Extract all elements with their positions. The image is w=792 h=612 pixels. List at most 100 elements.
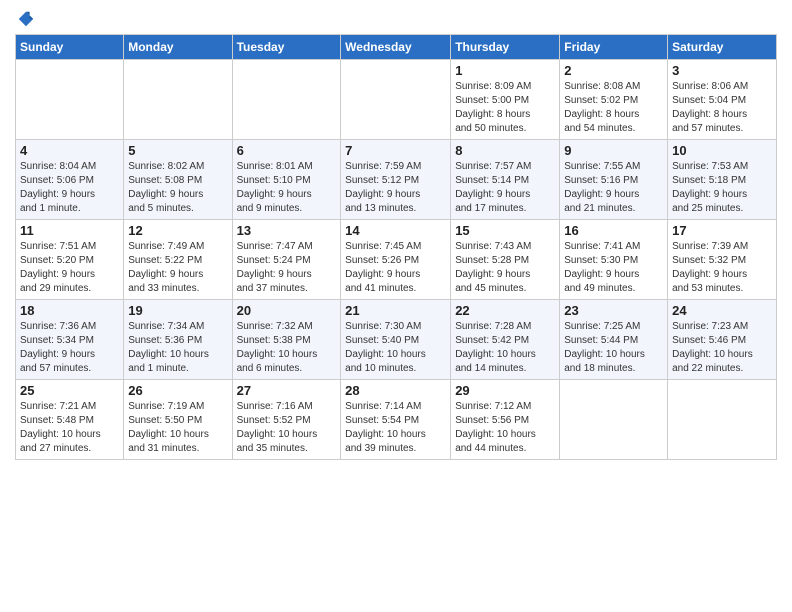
weekday-header: Saturday <box>668 35 777 60</box>
calendar-cell: 4 Sunrise: 8:04 AMSunset: 5:06 PMDaylight… <box>16 140 124 220</box>
day-info: Sunrise: 7:16 AMSunset: 5:52 PMDaylight:… <box>237 400 337 456</box>
day-info: Sunrise: 7:57 AMSunset: 5:14 PMDaylight:… <box>455 160 555 216</box>
day-number: 5 <box>128 143 227 158</box>
calendar-cell: 23 Sunrise: 7:25 AMSunset: 5:44 PMDayligh… <box>560 300 668 380</box>
calendar-cell: 21Sunrise: 7:30 AMSunset: 5:40 PMDayligh… <box>341 300 451 380</box>
calendar-cell: 14 Sunrise: 7:45 AMSunset: 5:26 PMDayligh… <box>341 220 451 300</box>
calendar-cell: 7 Sunrise: 7:59 AMSunset: 5:12 PMDaylight… <box>341 140 451 220</box>
day-number: 19 <box>128 303 227 318</box>
weekday-header: Friday <box>560 35 668 60</box>
calendar-cell: 1Sunrise: 8:09 AMSunset: 5:00 PMDaylight… <box>451 60 560 140</box>
calendar: SundayMondayTuesdayWednesdayThursdayFrid… <box>15 34 777 460</box>
calendar-cell: 26 Sunrise: 7:19 AMSunset: 5:50 PMDayligh… <box>124 380 232 460</box>
calendar-cell: 28 Sunrise: 7:14 AMSunset: 5:54 PMDayligh… <box>341 380 451 460</box>
calendar-header-row: SundayMondayTuesdayWednesdayThursdayFrid… <box>16 35 777 60</box>
calendar-cell: 17Sunrise: 7:39 AMSunset: 5:32 PMDayligh… <box>668 220 777 300</box>
calendar-cell: 6 Sunrise: 8:01 AMSunset: 5:10 PMDaylight… <box>232 140 341 220</box>
day-number: 28 <box>345 383 446 398</box>
day-info: Sunrise: 8:01 AMSunset: 5:10 PMDaylight:… <box>237 160 337 216</box>
calendar-row: 25 Sunrise: 7:21 AMSunset: 5:48 PMDayligh… <box>16 380 777 460</box>
day-number: 24 <box>672 303 772 318</box>
day-number: 8 <box>455 143 555 158</box>
logo-icon <box>17 10 35 28</box>
calendar-row: 11 Sunrise: 7:51 AMSunset: 5:20 PMDayligh… <box>16 220 777 300</box>
day-number: 6 <box>237 143 337 158</box>
day-info: Sunrise: 7:45 AMSunset: 5:26 PMDaylight:… <box>345 240 446 296</box>
logo <box>15 10 35 28</box>
day-number: 2 <box>564 63 663 78</box>
weekday-header: Thursday <box>451 35 560 60</box>
day-info: Sunrise: 7:25 AMSunset: 5:44 PMDaylight:… <box>564 320 663 376</box>
day-number: 26 <box>128 383 227 398</box>
day-info: Sunrise: 7:49 AMSunset: 5:22 PMDaylight:… <box>128 240 227 296</box>
day-number: 7 <box>345 143 446 158</box>
calendar-cell: 29 Sunrise: 7:12 AMSunset: 5:56 PMDayligh… <box>451 380 560 460</box>
day-number: 23 <box>564 303 663 318</box>
calendar-cell: 20 Sunrise: 7:32 AMSunset: 5:38 PMDayligh… <box>232 300 341 380</box>
calendar-cell: 2 Sunrise: 8:08 AMSunset: 5:02 PMDaylight… <box>560 60 668 140</box>
day-number: 29 <box>455 383 555 398</box>
day-number: 14 <box>345 223 446 238</box>
calendar-row: 1Sunrise: 8:09 AMSunset: 5:00 PMDaylight… <box>16 60 777 140</box>
day-info: Sunrise: 7:59 AMSunset: 5:12 PMDaylight:… <box>345 160 446 216</box>
day-info: Sunrise: 8:06 AMSunset: 5:04 PMDaylight:… <box>672 80 772 136</box>
day-info: Sunrise: 8:02 AMSunset: 5:08 PMDaylight:… <box>128 160 227 216</box>
calendar-cell <box>232 60 341 140</box>
day-info: Sunrise: 7:23 AMSunset: 5:46 PMDaylight:… <box>672 320 772 376</box>
calendar-body: 1Sunrise: 8:09 AMSunset: 5:00 PMDaylight… <box>16 60 777 460</box>
day-info: Sunrise: 8:09 AMSunset: 5:00 PMDaylight:… <box>455 80 555 136</box>
day-info: Sunrise: 7:21 AMSunset: 5:48 PMDaylight:… <box>20 400 119 456</box>
day-number: 4 <box>20 143 119 158</box>
day-number: 21 <box>345 303 446 318</box>
day-info: Sunrise: 7:12 AMSunset: 5:56 PMDaylight:… <box>455 400 555 456</box>
calendar-cell: 19 Sunrise: 7:34 AMSunset: 5:36 PMDayligh… <box>124 300 232 380</box>
calendar-cell: 12 Sunrise: 7:49 AMSunset: 5:22 PMDayligh… <box>124 220 232 300</box>
weekday-header: Monday <box>124 35 232 60</box>
day-info: Sunrise: 7:39 AMSunset: 5:32 PMDaylight:… <box>672 240 772 296</box>
day-number: 16 <box>564 223 663 238</box>
calendar-row: 18 Sunrise: 7:36 AMSunset: 5:34 PMDayligh… <box>16 300 777 380</box>
day-number: 27 <box>237 383 337 398</box>
day-info: Sunrise: 7:53 AMSunset: 5:18 PMDaylight:… <box>672 160 772 216</box>
day-number: 13 <box>237 223 337 238</box>
weekday-header: Tuesday <box>232 35 341 60</box>
day-number: 12 <box>128 223 227 238</box>
day-number: 3 <box>672 63 772 78</box>
weekday-header: Sunday <box>16 35 124 60</box>
calendar-cell: 9Sunrise: 7:55 AMSunset: 5:16 PMDaylight… <box>560 140 668 220</box>
calendar-cell: 16 Sunrise: 7:41 AMSunset: 5:30 PMDayligh… <box>560 220 668 300</box>
day-number: 10 <box>672 143 772 158</box>
day-info: Sunrise: 7:43 AMSunset: 5:28 PMDaylight:… <box>455 240 555 296</box>
day-number: 11 <box>20 223 119 238</box>
day-number: 18 <box>20 303 119 318</box>
day-info: Sunrise: 8:08 AMSunset: 5:02 PMDaylight:… <box>564 80 663 136</box>
calendar-cell: 18 Sunrise: 7:36 AMSunset: 5:34 PMDayligh… <box>16 300 124 380</box>
calendar-cell <box>560 380 668 460</box>
calendar-cell: 8 Sunrise: 7:57 AMSunset: 5:14 PMDaylight… <box>451 140 560 220</box>
calendar-cell <box>124 60 232 140</box>
day-info: Sunrise: 7:19 AMSunset: 5:50 PMDaylight:… <box>128 400 227 456</box>
day-info: Sunrise: 7:47 AMSunset: 5:24 PMDaylight:… <box>237 240 337 296</box>
calendar-cell: 3 Sunrise: 8:06 AMSunset: 5:04 PMDaylight… <box>668 60 777 140</box>
calendar-cell: 13 Sunrise: 7:47 AMSunset: 5:24 PMDayligh… <box>232 220 341 300</box>
calendar-cell <box>668 380 777 460</box>
day-info: Sunrise: 7:51 AMSunset: 5:20 PMDaylight:… <box>20 240 119 296</box>
day-number: 25 <box>20 383 119 398</box>
calendar-cell: 24 Sunrise: 7:23 AMSunset: 5:46 PMDayligh… <box>668 300 777 380</box>
day-info: Sunrise: 7:55 AMSunset: 5:16 PMDaylight:… <box>564 160 663 216</box>
day-info: Sunrise: 7:36 AMSunset: 5:34 PMDaylight:… <box>20 320 119 376</box>
calendar-cell: 15 Sunrise: 7:43 AMSunset: 5:28 PMDayligh… <box>451 220 560 300</box>
day-info: Sunrise: 7:34 AMSunset: 5:36 PMDaylight:… <box>128 320 227 376</box>
day-info: Sunrise: 7:32 AMSunset: 5:38 PMDaylight:… <box>237 320 337 376</box>
calendar-cell <box>16 60 124 140</box>
day-number: 20 <box>237 303 337 318</box>
day-info: Sunrise: 7:41 AMSunset: 5:30 PMDaylight:… <box>564 240 663 296</box>
day-number: 15 <box>455 223 555 238</box>
day-info: Sunrise: 8:04 AMSunset: 5:06 PMDaylight:… <box>20 160 119 216</box>
calendar-cell: 27 Sunrise: 7:16 AMSunset: 5:52 PMDayligh… <box>232 380 341 460</box>
day-number: 22 <box>455 303 555 318</box>
calendar-cell: 11 Sunrise: 7:51 AMSunset: 5:20 PMDayligh… <box>16 220 124 300</box>
day-info: Sunrise: 7:14 AMSunset: 5:54 PMDaylight:… <box>345 400 446 456</box>
calendar-cell: 25 Sunrise: 7:21 AMSunset: 5:48 PMDayligh… <box>16 380 124 460</box>
calendar-cell: 5 Sunrise: 8:02 AMSunset: 5:08 PMDaylight… <box>124 140 232 220</box>
